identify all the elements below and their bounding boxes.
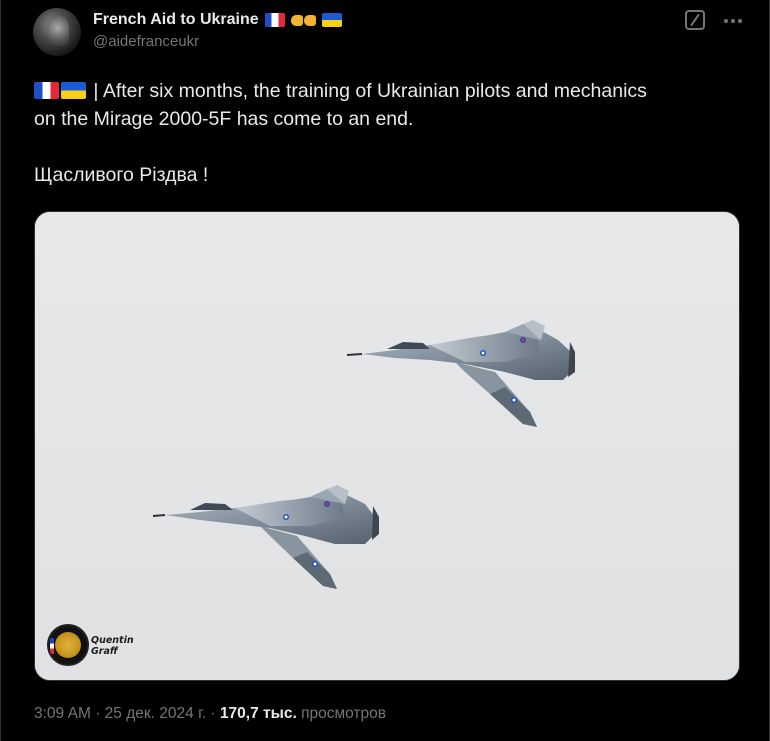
photo-jets xyxy=(35,212,739,680)
views-label: просмотров xyxy=(301,705,387,722)
handle[interactable]: @aidefranceukr xyxy=(93,33,199,50)
grok-icon[interactable] xyxy=(685,10,705,30)
display-name[interactable]: French Aid to Ukraine xyxy=(93,11,259,29)
tweet-date[interactable]: 25 дек. 2024 г. xyxy=(105,705,206,722)
lion-seal-icon xyxy=(47,624,89,666)
fist-bump-icon xyxy=(290,14,316,26)
tweet-time[interactable]: 3:09 AM xyxy=(34,705,91,722)
tweet-text-line-2: on the Mirage 2000-5F has come to an end… xyxy=(34,108,414,130)
photographer-watermark: Quentin Graff xyxy=(47,624,134,666)
meta-separator: · xyxy=(95,705,101,722)
ukraine-flag-icon xyxy=(61,82,86,99)
tweet-photo[interactable]: Quentin Graff xyxy=(34,211,740,681)
ukraine-flag-icon xyxy=(321,13,342,27)
france-flag-icon xyxy=(34,82,59,99)
tweet-text: | After six months, the training of Ukra… xyxy=(34,77,744,189)
tweet-text-line-3: Щасливого Різдва ! xyxy=(34,164,209,186)
avatar[interactable] xyxy=(33,8,81,56)
france-flag-icon xyxy=(264,13,285,27)
tweet-text-line-1: | After six months, the training of Ukra… xyxy=(34,77,744,105)
watermark-line-2: Graff xyxy=(91,646,118,657)
views-count: 170,7 тыс. xyxy=(219,705,297,722)
more-icon[interactable] xyxy=(721,9,745,33)
author-row: French Aid to Ukraine xyxy=(93,9,342,31)
tweet-text-content-1: | After six months, the training of Ukra… xyxy=(93,80,647,102)
tweet-meta: 3:09 AM · 25 дек. 2024 г. · 170,7 тыс. п… xyxy=(34,705,386,723)
watermark-line-1: Quentin xyxy=(91,635,134,646)
meta-separator-2: · xyxy=(210,705,216,722)
tweet-card: French Aid to Ukraine @aidefranceukr | A… xyxy=(0,0,770,741)
